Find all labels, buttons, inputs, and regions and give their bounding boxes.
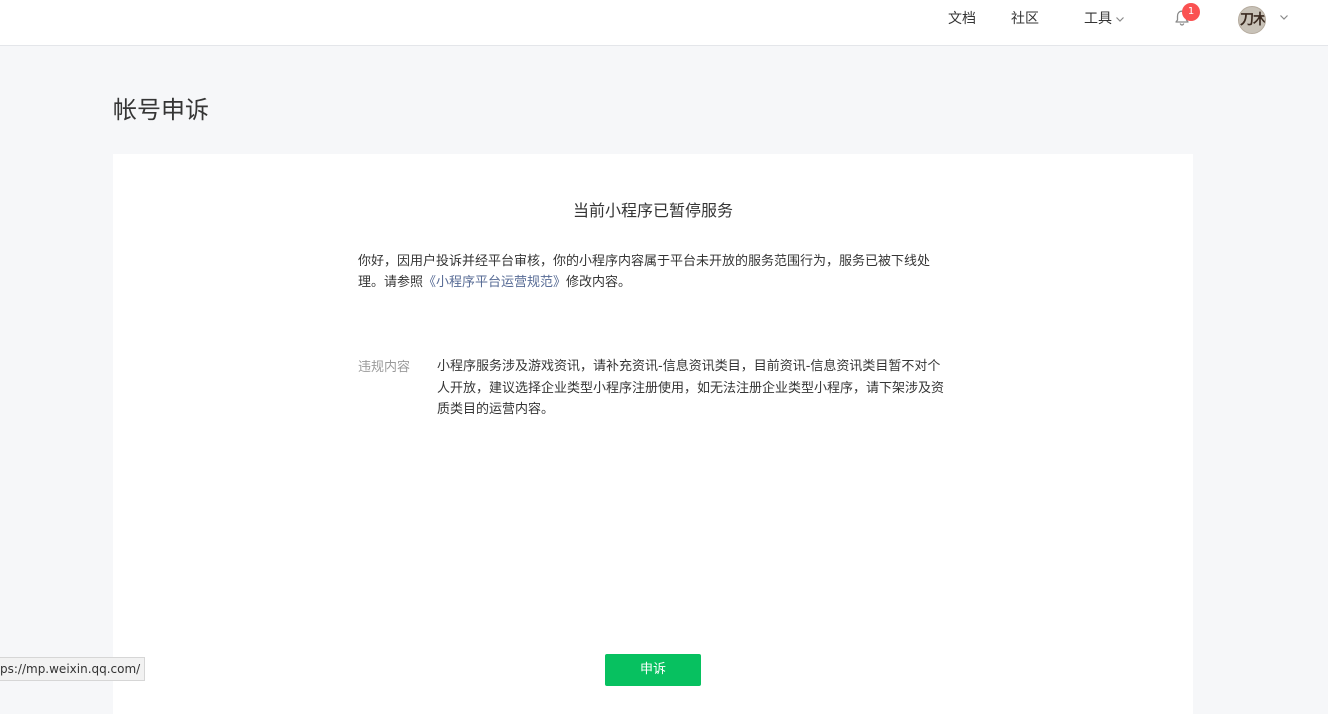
avatar[interactable]: 刀木 [1238, 6, 1266, 34]
status-bar-url: ps://mp.weixin.qq.com/ [0, 657, 146, 681]
nav-link-docs[interactable]: 文档 [948, 10, 976, 28]
nav-link-community[interactable]: 社区 [1011, 10, 1039, 28]
chevron-down-icon[interactable] [1279, 12, 1289, 22]
notice-body: 你好，因用户投诉并经平台审核，你的小程序内容属于平台未开放的服务范围行为，服务已… [358, 251, 948, 293]
avatar-text: 刀木 [1240, 12, 1266, 28]
appeal-button[interactable]: 申诉 [605, 654, 701, 686]
nav-tools-label: 工具 [1084, 11, 1112, 27]
appeal-card: 当前小程序已暂停服务 你好，因用户投诉并经平台审核，你的小程序内容属于平台未开放… [113, 154, 1193, 714]
violation-label: 违规内容 [358, 360, 411, 375]
notice-body-suffix: 修改内容。 [566, 275, 632, 290]
nav-menu-tools[interactable]: 工具 [1084, 10, 1125, 28]
chevron-down-icon [1116, 17, 1124, 22]
page-title: 帐号申诉 [113, 96, 209, 124]
notice-heading: 当前小程序已暂停服务 [572, 201, 733, 220]
violation-content: 小程序服务涉及游戏资讯，请补充资讯-信息资讯类目，目前资讯-信息资讯类目暂不对个… [437, 359, 945, 417]
policy-link[interactable]: 《小程序平台运营规范》 [423, 275, 566, 290]
notification-badge: 1 [1182, 3, 1200, 21]
top-navigation-bar: 文档 社区 工具 1 刀木 [0, 0, 1328, 46]
